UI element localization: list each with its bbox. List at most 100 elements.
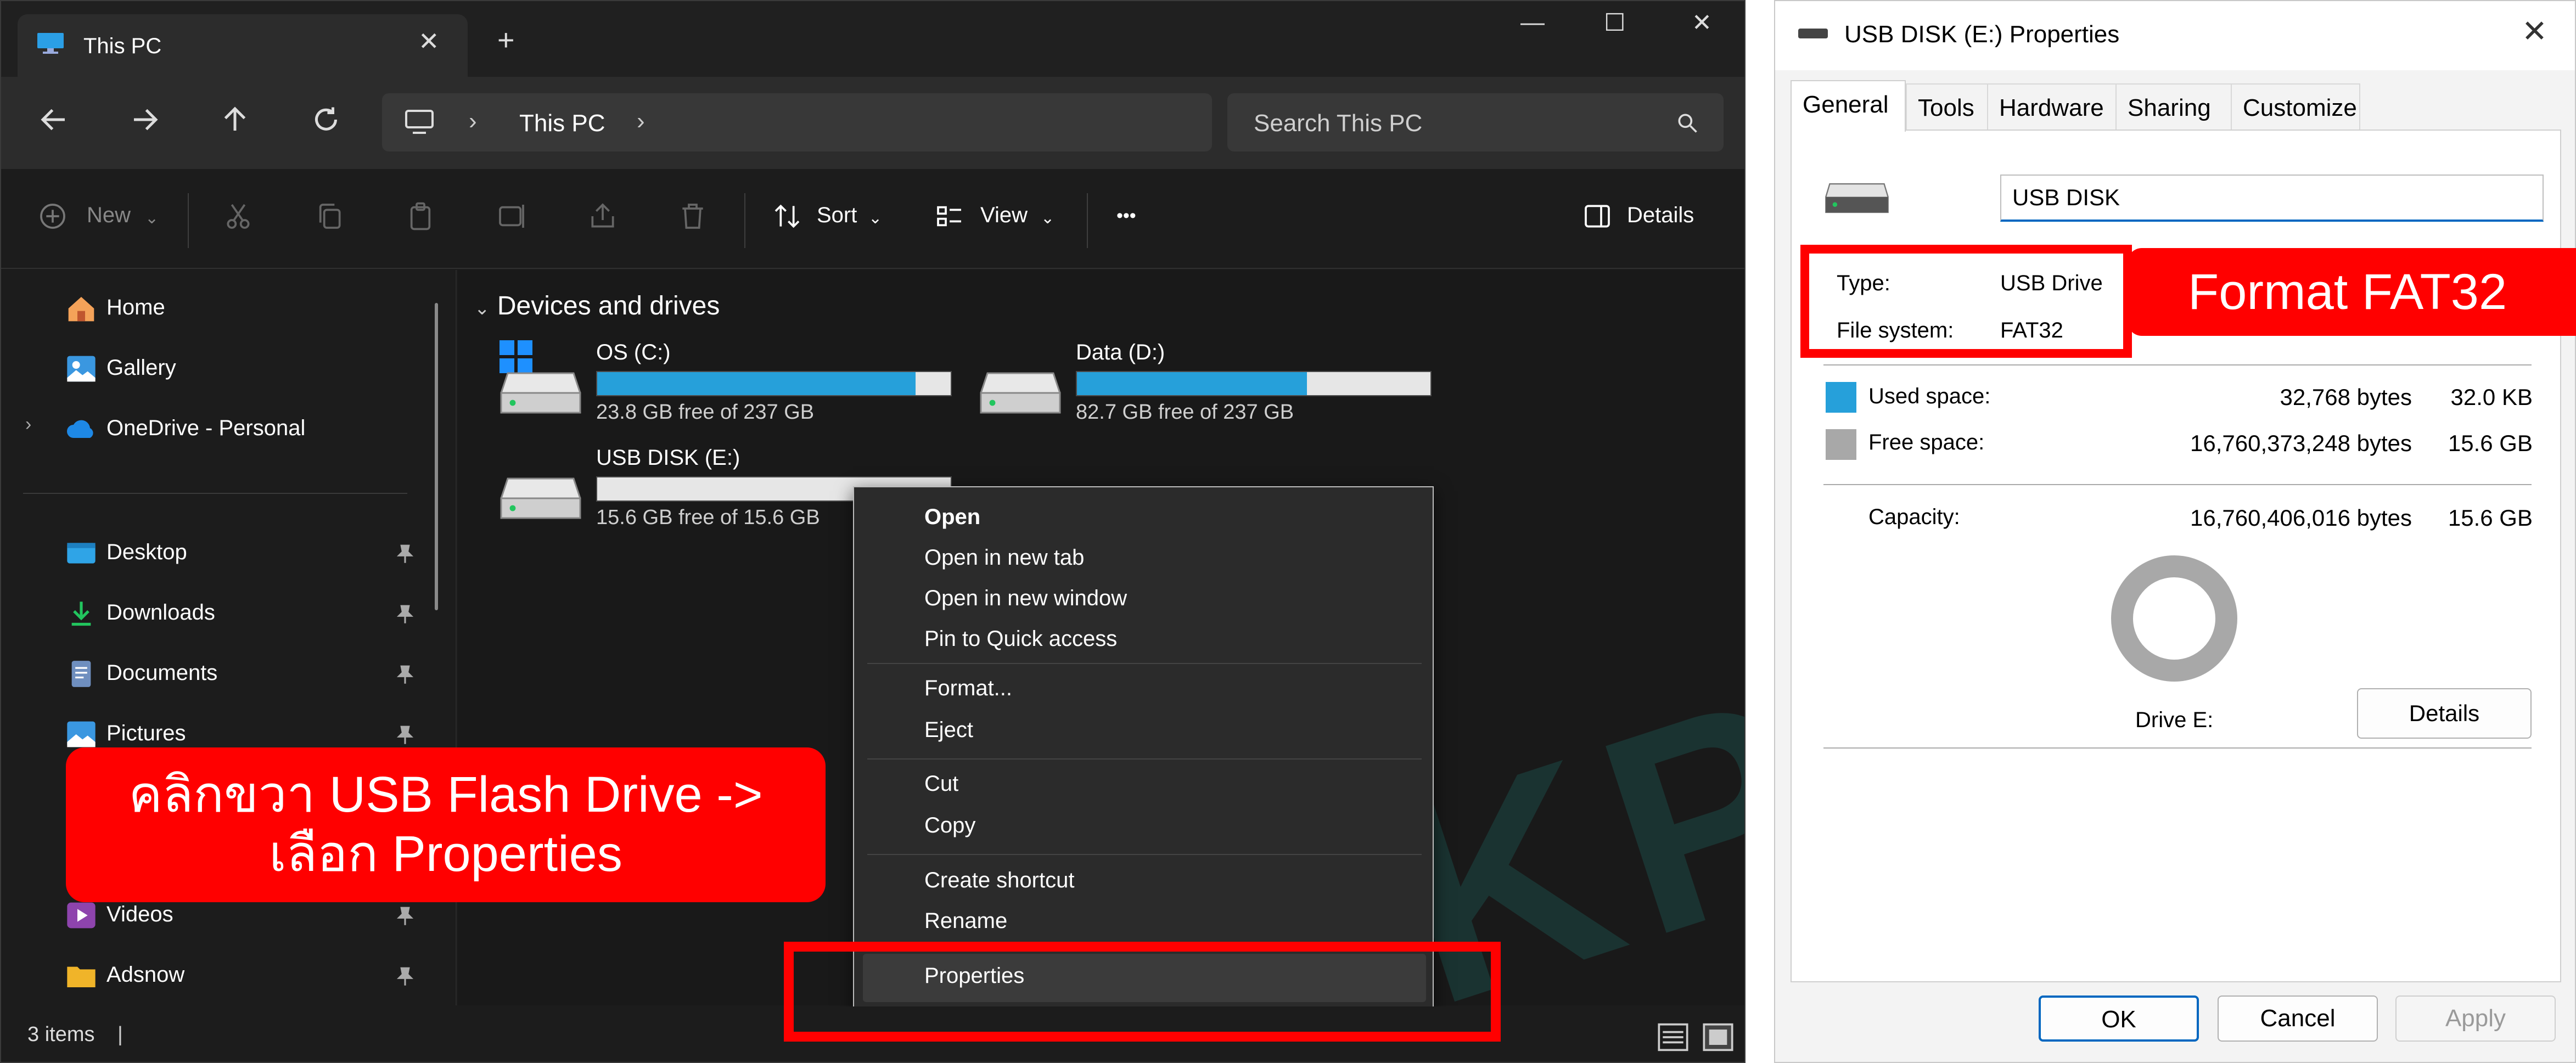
drive-letter-label: Drive E: — [2135, 708, 2214, 732]
devices-group-header[interactable]: ⌄ Devices and drives — [474, 291, 720, 321]
annotation-line-1: คลิกขวา USB Flash Drive -> — [128, 767, 763, 823]
menu-item-open[interactable]: Open — [924, 505, 980, 530]
view-button[interactable]: View — [980, 203, 1028, 228]
menu-item-open-new-window[interactable]: Open in new window — [924, 586, 1127, 611]
new-icon[interactable] — [37, 201, 68, 232]
menu-item-create-shortcut[interactable]: Create shortcut — [924, 868, 1074, 893]
file-explorer-window: This PC ✕ + — ☐ ✕ › This PC › Search Thi… — [0, 0, 1746, 1063]
sort-icon[interactable] — [772, 201, 802, 232]
properties-highlight-box — [784, 942, 1501, 1042]
sidebar-item-desktop[interactable]: Desktop — [66, 531, 417, 575]
menu-item-copy[interactable]: Copy — [924, 813, 975, 838]
sidebar-item-label: OneDrive - Personal — [106, 416, 306, 440]
sidebar-item-adsnow[interactable]: Adsnow — [66, 954, 417, 998]
back-arrow-icon[interactable] — [37, 103, 70, 136]
drive-c[interactable]: OS (C:) 23.8 GB free of 237 GB — [500, 340, 952, 445]
sidebar-item-downloads[interactable]: Downloads — [66, 592, 417, 635]
apply-button[interactable]: Apply — [2395, 995, 2556, 1042]
search-box[interactable]: Search This PC — [1227, 93, 1724, 151]
dialog-title: USB DISK (E:) Properties — [1844, 21, 2120, 48]
rename-icon[interactable] — [496, 201, 527, 232]
menu-item-rename[interactable]: Rename — [924, 909, 1007, 933]
menu-item-eject[interactable]: Eject — [924, 718, 973, 743]
used-space-size: 32.0 KB — [2450, 384, 2533, 410]
menu-item-cut[interactable]: Cut — [924, 772, 958, 796]
tab-title: This PC — [83, 34, 162, 58]
more-options-icon[interactable]: ••• — [1116, 205, 1136, 227]
new-tab-button[interactable]: + — [497, 23, 515, 57]
menu-separator — [867, 758, 1422, 760]
cut-icon[interactable] — [223, 201, 254, 232]
drive-label-input[interactable] — [2000, 175, 2544, 222]
address-bar[interactable]: › This PC › — [382, 93, 1212, 151]
tab-tools[interactable]: Tools — [1906, 83, 1988, 130]
sort-button[interactable]: Sort — [817, 203, 857, 228]
paste-icon[interactable] — [405, 201, 436, 232]
forward-arrow-icon[interactable] — [128, 103, 161, 136]
expand-chevron-icon[interactable]: › — [25, 414, 31, 435]
pin-icon[interactable] — [395, 544, 415, 564]
free-space-label: Free space: — [1868, 430, 1985, 454]
details-button[interactable]: Details — [2357, 688, 2532, 739]
delete-icon[interactable] — [677, 201, 708, 232]
chevron-down-icon: ⌄ — [474, 298, 490, 319]
refresh-icon[interactable] — [310, 103, 343, 136]
used-space-label: Used space: — [1868, 384, 1991, 408]
capacity-bytes: 16,760,406,016 bytes — [2190, 505, 2412, 531]
command-bar: New ⌄ Sort ⌄ View ⌄ ••• Details — [1, 169, 1744, 269]
sidebar-item-gallery[interactable]: Gallery — [66, 347, 417, 391]
download-icon — [71, 601, 91, 626]
used-space-bytes: 32,768 bytes — [2280, 384, 2412, 410]
chevron-down-icon: ⌄ — [1041, 209, 1055, 227]
computer-icon — [405, 110, 434, 134]
drive-d[interactable]: Data (D:) 82.7 GB free of 237 GB — [979, 340, 1432, 445]
sidebar-item-onedrive[interactable]: OneDrive - Personal — [66, 407, 417, 451]
share-icon[interactable] — [587, 201, 618, 232]
tab-general[interactable]: General — [1791, 80, 1906, 132]
details-view-icon[interactable] — [1658, 1023, 1688, 1051]
divider — [1823, 747, 2532, 749]
pin-icon[interactable] — [395, 725, 415, 745]
tab-hardware[interactable]: Hardware — [1988, 83, 2117, 130]
chevron-right-icon[interactable]: › — [469, 108, 477, 135]
menu-item-pin-quick-access[interactable]: Pin to Quick access — [924, 627, 1117, 651]
up-arrow-icon[interactable] — [218, 103, 251, 136]
large-icons-view-icon[interactable] — [1703, 1023, 1733, 1051]
minimize-button[interactable]: — — [1520, 9, 1545, 36]
copy-icon[interactable] — [314, 201, 345, 232]
desktop-icon — [67, 543, 96, 564]
close-button[interactable]: ✕ — [1692, 9, 1712, 37]
tab-close-icon[interactable]: ✕ — [418, 26, 440, 56]
search-placeholder: Search This PC — [1254, 110, 1423, 137]
address-location[interactable]: This PC — [519, 110, 605, 137]
tab-this-pc[interactable]: This PC ✕ — [18, 14, 468, 77]
tab-sharing[interactable]: Sharing — [2117, 83, 2232, 130]
close-icon[interactable]: ✕ — [2522, 13, 2547, 49]
new-button[interactable]: New — [87, 203, 131, 228]
scrollbar[interactable] — [435, 303, 438, 610]
group-header-label: Devices and drives — [497, 291, 720, 320]
menu-item-open-new-tab[interactable]: Open in new tab — [924, 545, 1084, 570]
tab-customize[interactable]: Customize — [2232, 83, 2360, 130]
menu-item-format[interactable]: Format... — [924, 676, 1012, 701]
hard-drive-icon — [500, 372, 581, 414]
usb-drive-icon — [1798, 29, 1828, 38]
ok-button[interactable]: OK — [2039, 995, 2199, 1042]
home-icon — [68, 297, 94, 322]
navigation-bar: › This PC › Search This PC — [1, 77, 1744, 169]
pin-icon[interactable] — [395, 907, 415, 926]
details-button[interactable]: Details — [1627, 203, 1694, 228]
details-pane-icon[interactable] — [1582, 201, 1613, 232]
drive-usage-bar — [1076, 371, 1432, 396]
pin-icon[interactable] — [395, 665, 415, 685]
sidebar-item-home[interactable]: Home — [66, 286, 417, 330]
sidebar-item-label: Pictures — [106, 721, 186, 745]
cancel-button[interactable]: Cancel — [2218, 995, 2378, 1042]
chevron-right-icon[interactable]: › — [637, 108, 645, 135]
view-icon[interactable] — [934, 201, 965, 232]
drive-free-space: 23.8 GB free of 237 GB — [596, 401, 815, 424]
pin-icon[interactable] — [395, 605, 415, 625]
maximize-button[interactable]: ☐ — [1604, 9, 1625, 37]
pin-icon[interactable] — [395, 967, 415, 987]
sidebar-item-documents[interactable]: Documents — [66, 652, 417, 696]
